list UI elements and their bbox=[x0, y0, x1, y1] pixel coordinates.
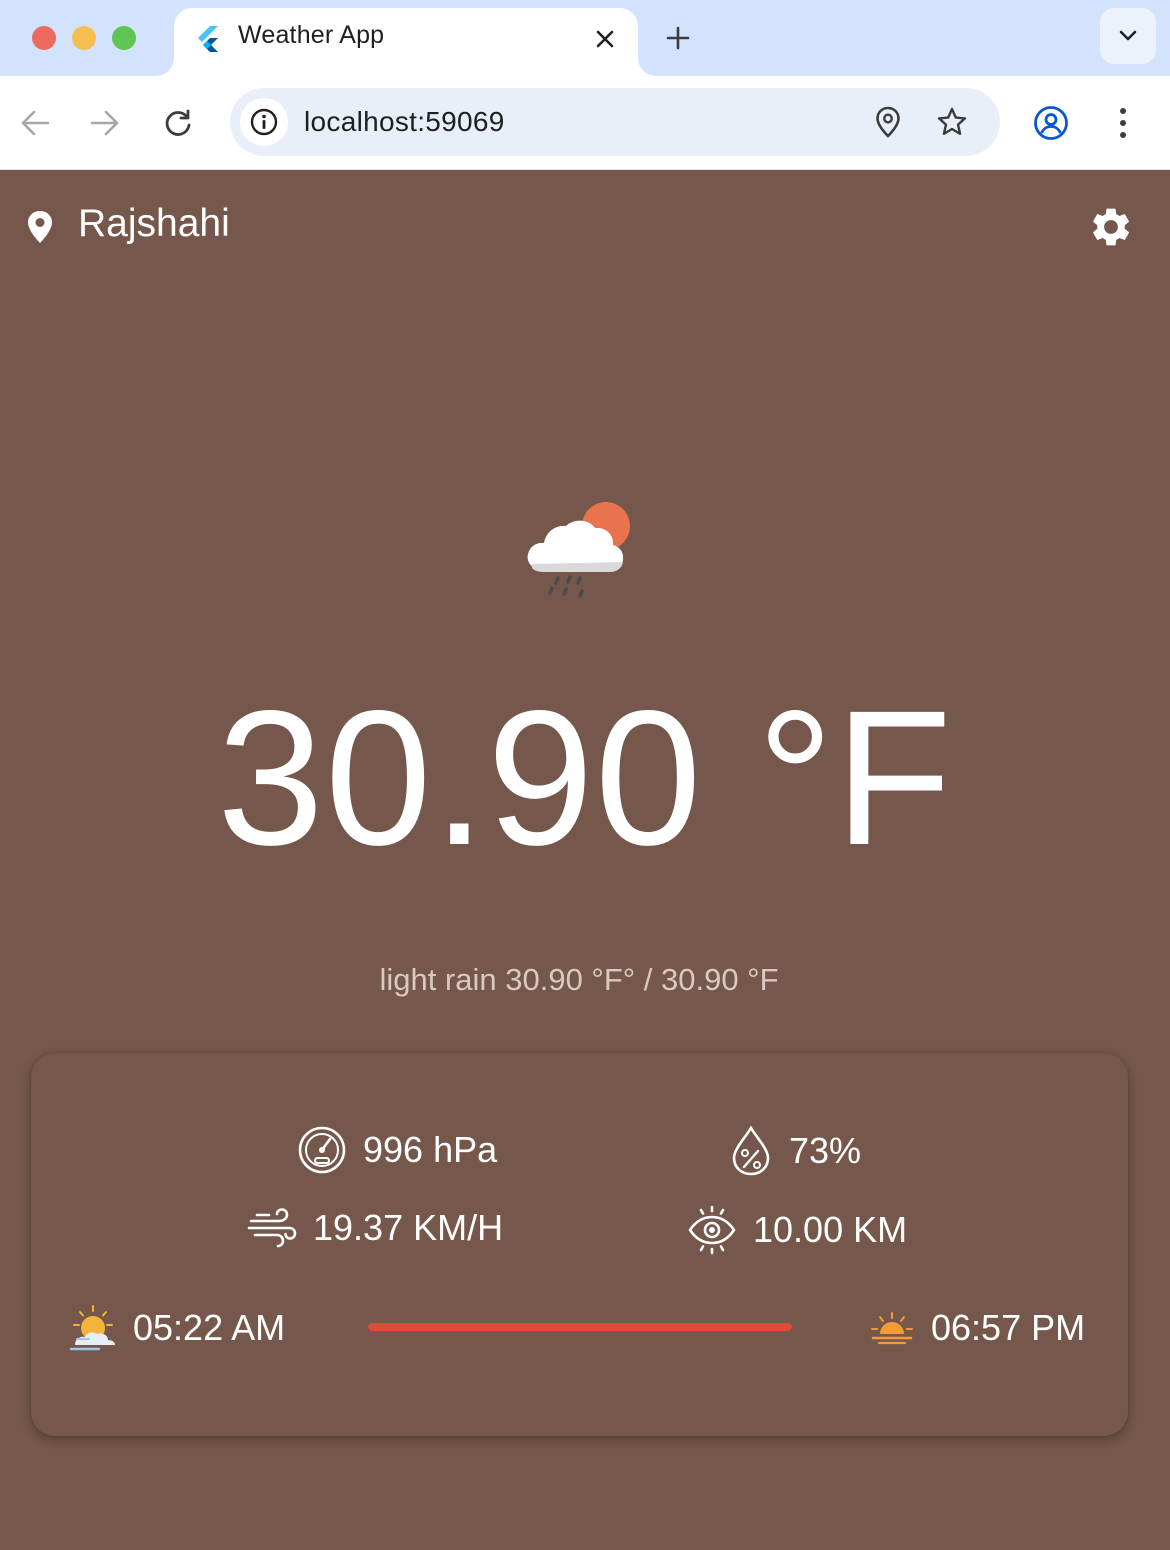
tab-title: Weather App bbox=[238, 21, 385, 49]
details-card: 996 hPa 73% 19.37 KM/H 10.00 KM 05:22 AM… bbox=[31, 1053, 1128, 1436]
account-icon bbox=[1034, 106, 1068, 140]
profile-button[interactable] bbox=[1026, 98, 1076, 148]
maximize-window-button[interactable] bbox=[112, 26, 136, 50]
arrow-left-icon bbox=[21, 110, 50, 136]
more-vertical-icon bbox=[1120, 108, 1126, 138]
new-tab-button[interactable] bbox=[656, 18, 700, 58]
sunset-stat: 06:57 PM bbox=[867, 1303, 1085, 1353]
visibility-stat: 10.00 KM bbox=[687, 1205, 907, 1255]
info-icon bbox=[250, 108, 278, 136]
arrow-right-icon bbox=[90, 110, 119, 136]
wind-value: 19.37 KM/H bbox=[313, 1207, 504, 1248]
wind-stat: 19.37 KM/H bbox=[247, 1207, 503, 1249]
site-info-button[interactable] bbox=[240, 98, 288, 146]
settings-gear-icon[interactable] bbox=[1088, 204, 1134, 250]
minimize-window-button[interactable] bbox=[72, 26, 96, 50]
gauge-icon bbox=[298, 1126, 346, 1174]
sun-times-row: 05:22 AM 06:57 PM bbox=[31, 1303, 1128, 1353]
weather-app: Rajshahi 30.90 °F light rain 30.90 °F° /… bbox=[0, 170, 1170, 1550]
tab-search-button[interactable] bbox=[1100, 8, 1156, 64]
reload-button[interactable] bbox=[153, 98, 203, 148]
chevron-down-icon bbox=[1119, 30, 1137, 41]
pressure-stat: 996 hPa bbox=[297, 1125, 497, 1175]
browser-toolbar: localhost:59069 bbox=[0, 76, 1170, 170]
close-window-button[interactable] bbox=[32, 26, 56, 50]
browser-menu-button[interactable] bbox=[1098, 98, 1148, 148]
daylight-progress-bar bbox=[368, 1323, 792, 1331]
city-name[interactable]: Rajshahi bbox=[78, 202, 230, 246]
humidity-stat: 73% bbox=[729, 1125, 861, 1177]
sunset-icon bbox=[871, 1312, 913, 1345]
humidity-value: 73% bbox=[789, 1130, 862, 1171]
cloud-sun-rain-icon bbox=[527, 502, 630, 598]
close-tab-icon[interactable] bbox=[588, 22, 622, 56]
sunrise-stat: 05:22 AM bbox=[69, 1303, 285, 1353]
reload-icon bbox=[165, 109, 191, 136]
forward-button[interactable] bbox=[80, 98, 130, 148]
temperature: 30.90 °F bbox=[217, 670, 953, 885]
eye-icon bbox=[688, 1205, 736, 1255]
pressure-value: 996 hPa bbox=[363, 1129, 498, 1170]
url-text[interactable]: localhost:59069 bbox=[304, 106, 505, 138]
location-pin-icon bbox=[28, 211, 52, 243]
wind-icon bbox=[247, 1208, 297, 1248]
bookmark-star-icon[interactable] bbox=[932, 102, 972, 142]
location-icon[interactable] bbox=[868, 102, 908, 142]
sunrise-icon bbox=[69, 1305, 115, 1351]
sunset-time: 06:57 PM bbox=[931, 1307, 1086, 1348]
weather-description: light rain 30.90 °F° / 30.90 °F bbox=[379, 962, 779, 997]
visibility-value: 10.00 KM bbox=[753, 1209, 908, 1250]
sunrise-time: 05:22 AM bbox=[133, 1307, 286, 1348]
address-bar[interactable]: localhost:59069 bbox=[230, 88, 1000, 156]
tab-strip: Weather App bbox=[0, 0, 1170, 76]
humidity-drop-icon bbox=[732, 1125, 770, 1176]
active-tab[interactable]: Weather App bbox=[174, 8, 638, 76]
flutter-icon bbox=[198, 26, 218, 52]
back-button[interactable] bbox=[10, 98, 60, 148]
